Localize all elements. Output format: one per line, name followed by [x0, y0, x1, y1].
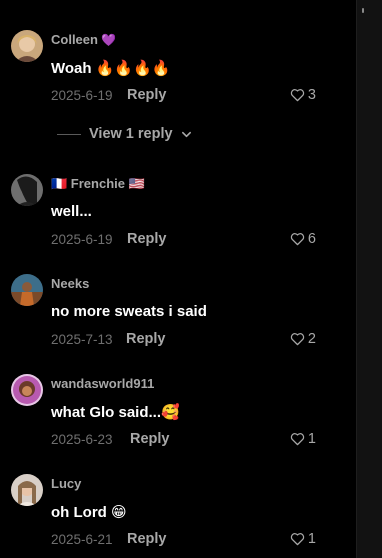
- avatar[interactable]: [11, 274, 43, 306]
- heart-outline-icon: [290, 89, 305, 102]
- like-button[interactable]: 6: [290, 231, 316, 247]
- reply-button[interactable]: Reply: [127, 87, 167, 103]
- name-emoji: 💜: [100, 33, 116, 47]
- comment-text: oh Lord 😁: [51, 504, 127, 521]
- like-count: 6: [307, 231, 316, 247]
- like-count: 1: [307, 531, 316, 547]
- scrollbar-thumb[interactable]: [362, 8, 364, 13]
- avatar[interactable]: [11, 374, 43, 406]
- reply-button[interactable]: Reply: [127, 231, 167, 247]
- comment-text: well...: [51, 203, 92, 220]
- like-button[interactable]: 1: [290, 531, 316, 547]
- comment-date: 2025-6-19: [51, 88, 113, 103]
- reply-button[interactable]: Reply: [126, 331, 166, 347]
- heart-outline-icon: [290, 333, 305, 346]
- comment-text: Woah 🔥🔥🔥🔥: [51, 60, 171, 77]
- commenter-name[interactable]: 🇫🇷 Frenchie 🇺🇸: [51, 176, 145, 192]
- reply-button[interactable]: Reply: [127, 531, 167, 547]
- comments-panel: Colleen 💜 Woah 🔥🔥🔥🔥 2025-6-19 Reply 3 Vie…: [0, 0, 356, 558]
- reply-button[interactable]: Reply: [130, 431, 170, 447]
- heart-outline-icon: [290, 233, 305, 246]
- heart-outline-icon: [290, 433, 305, 446]
- comment-date: 2025-6-21: [51, 532, 113, 547]
- view-replies-button[interactable]: View 1 reply: [57, 126, 192, 142]
- like-count: 3: [307, 87, 316, 103]
- divider-line: [57, 133, 81, 135]
- chevron-down-icon: [181, 131, 191, 137]
- commenter-name[interactable]: Neeks: [51, 276, 89, 291]
- like-button[interactable]: 1: [290, 431, 316, 447]
- avatar[interactable]: [11, 174, 43, 206]
- comment-date: 2025-6-23: [51, 432, 113, 447]
- view-replies-label: View 1 reply: [89, 126, 173, 142]
- scrollbar-track[interactable]: [356, 0, 382, 558]
- like-count: 1: [307, 431, 316, 447]
- avatar[interactable]: [11, 474, 43, 506]
- heart-outline-icon: [290, 533, 305, 546]
- commenter-name[interactable]: Colleen 💜: [51, 32, 116, 47]
- commenter-name[interactable]: Lucy: [51, 476, 81, 491]
- avatar[interactable]: [11, 30, 43, 62]
- comment-text: what Glo said...🥰: [51, 404, 180, 421]
- commenter-name[interactable]: wandasworld911: [51, 376, 154, 391]
- like-count: 2: [307, 331, 316, 347]
- like-button[interactable]: 2: [290, 331, 316, 347]
- like-button[interactable]: 3: [290, 87, 316, 103]
- comment-date: 2025-6-19: [51, 232, 113, 247]
- comment-date: 2025-7-13: [51, 332, 113, 347]
- comment-text: no more sweats i said: [51, 303, 207, 320]
